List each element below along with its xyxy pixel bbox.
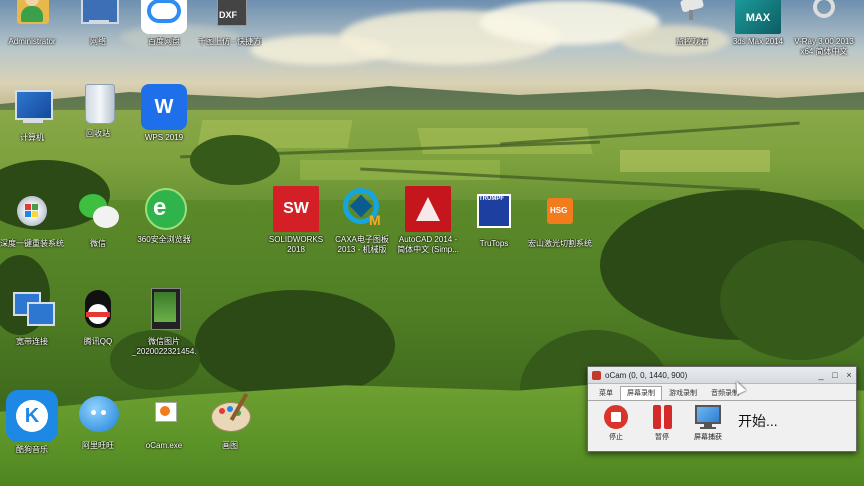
desktop-icon-network[interactable]: 网络 [66,0,130,47]
desktop-icon-label: 网络 [90,37,106,46]
desktop-icon-360browser[interactable]: e 360安全浏览器 [132,186,196,245]
desktop-icon-label: Administrator [8,37,56,46]
ocam-toolbar: 停止 暂停 屏幕捕获 开始... [588,401,856,442]
desktop-icon-label: SOLIDWORKS 2018 [268,235,324,254]
3dsmax-icon: MAX [735,0,781,34]
desktop-icon-label: V-Ray 3.00 2013 x64 简体中文 [794,37,854,56]
screen-capture-button[interactable]: 屏幕捕获 [690,405,726,442]
desktop-icon-photo[interactable]: 微信图片_2020022321454... [132,288,196,357]
ocam-titlebar[interactable]: oCam (0, 0, 1440, 900) _ □ × [588,367,856,384]
recording-status-text: 开始... [738,413,778,429]
desktop-icon-label: 腾讯QQ [83,337,113,346]
monitor-capture-icon [694,405,722,431]
network-icon [75,0,121,34]
desktop-icon-wps[interactable]: W WPS 2019 [132,84,196,143]
vray-icon [801,0,847,34]
ocam-tabbar: 菜单 屏幕录制 游戏录制 音频录制 [588,386,856,401]
desktop-icon-ocam[interactable]: oCam.exe [132,392,196,451]
desktop-icon-label: 宽带连接 [16,337,48,346]
kugou-icon: K [6,390,58,442]
tab-screen-record[interactable]: 屏幕录制 [620,386,662,400]
recycle-bin-icon [75,80,121,126]
desktop-icon-vray[interactable]: V-Ray 3.00 2013 x64 简体中文 [792,0,856,57]
desktop-icon-label: TruTops [479,239,509,248]
desktop-icon-cameraview[interactable]: 监控观看 [660,0,724,47]
stop-icon [602,405,630,431]
desktop-icon-3dsmax[interactable]: MAX 3ds Max 2014 [726,0,790,47]
desktop-icon-label: 监控观看 [676,37,708,46]
wps-icon: W [141,84,187,130]
desktop-icon-label: 深度一键重装系统 [0,239,64,248]
dxf-file-icon: DXF [207,0,253,34]
pause-icon [648,405,676,431]
baidu-netdisk-icon [141,0,187,34]
ocam-window-title: oCam (0, 0, 1440, 900) [605,370,688,380]
desktop-icon-paint[interactable]: 画图 [198,392,262,451]
desktop-icon-baidu[interactable]: 百度网盘 [132,0,196,47]
desktop-icon-label: 百度网盘 [148,37,180,46]
autocad-icon [405,186,451,232]
desktop-icon-autocad[interactable]: AutoCAD 2014 - 简体中文 (Simp... [396,186,460,255]
desktop-icon-label: 3ds Max 2014 [732,37,784,46]
ocam-shortcut-icon [141,392,187,438]
desktop-icon-label: 计算机 [20,133,44,142]
tab-menu[interactable]: 菜单 [592,386,620,400]
pause-button[interactable]: 暂停 [644,405,680,442]
ocam-window: oCam (0, 0, 1440, 900) _ □ × 菜单 屏幕录制 游戏录… [587,366,857,452]
desktop-icon-label: 画图 [222,441,238,450]
maximize-button[interactable]: □ [828,369,842,381]
desktop-icon-label: oCam.exe [145,441,183,450]
desktop-icon-label: 微信 [90,239,106,248]
desktop-icon-lan[interactable]: 宽带连接 [0,288,64,347]
desktop-icon-qq[interactable]: 腾讯QQ [66,288,130,347]
desktop-icon-caxa[interactable]: M CAXA电子图板 2013 - 机械版 [330,186,394,255]
desktop-icon-kugou[interactable]: K 酷狗音乐 [0,390,64,455]
solidworks-icon: SW [273,186,319,232]
minimize-button[interactable]: _ [814,369,828,381]
desktop-icon-dxf[interactable]: DXF 千图上仿 - 快捷方式 [198,0,262,47]
desktop-icon-wangwang[interactable]: 阿里旺旺 [66,392,130,451]
desktop-icon-label: CAXA电子图板 2013 - 机械版 [335,235,389,254]
stop-button[interactable]: 停止 [598,405,634,442]
desktop-icon-trutops[interactable]: TRUMPF TruTops [462,190,526,249]
paint-palette-icon [207,392,253,438]
qq-icon [75,288,121,334]
user-folder-icon [9,0,55,34]
bird-icon [75,392,121,438]
desktop-icon-label: 微信图片_2020022321454... [132,337,196,356]
desktop-icon-administrator[interactable]: Administrator [0,0,64,47]
desktop-icon-label: 360安全浏览器 [137,235,191,244]
desktop-icon-label: 宏山激光切割系统 [528,239,592,248]
hsg-icon: HSG [537,190,583,236]
desktop-icon-hsg[interactable]: HSG 宏山激光切割系统 [528,190,592,249]
wechat-icon [75,190,121,236]
windows-icon [9,190,55,236]
caxa-icon: M [339,186,385,232]
desktop-icon-label: 阿里旺旺 [82,441,114,450]
image-file-icon [141,288,187,334]
computer-icon [9,84,55,130]
desktop-icon-recycle[interactable]: 回收站 [66,80,130,139]
desktop-icon-label: 酷狗音乐 [16,445,48,454]
camera-icon [669,0,715,34]
desktop-icon-onekey[interactable]: 深度一键重装系统 [0,190,64,249]
trumpf-icon: TRUMPF [471,190,517,236]
desktop-icon-label: WPS 2019 [144,133,184,142]
lan-icon [9,288,55,334]
desktop-icon-computer[interactable]: 计算机 [0,84,64,143]
360-browser-icon: e [141,186,187,232]
desktop-icon-label: 回收站 [86,129,110,138]
desktop-icon-label: AutoCAD 2014 - 简体中文 (Simp... [397,235,459,254]
ocam-app-icon [592,370,601,380]
desktop-icon-solidworks[interactable]: SW SOLIDWORKS 2018 [264,186,328,255]
close-button[interactable]: × [842,369,856,381]
tab-game-record[interactable]: 游戏录制 [662,386,704,400]
desktop-icon-label: 千图上仿 - 快捷方式 [198,37,262,46]
desktop-icon-wechat[interactable]: 微信 [66,190,130,249]
